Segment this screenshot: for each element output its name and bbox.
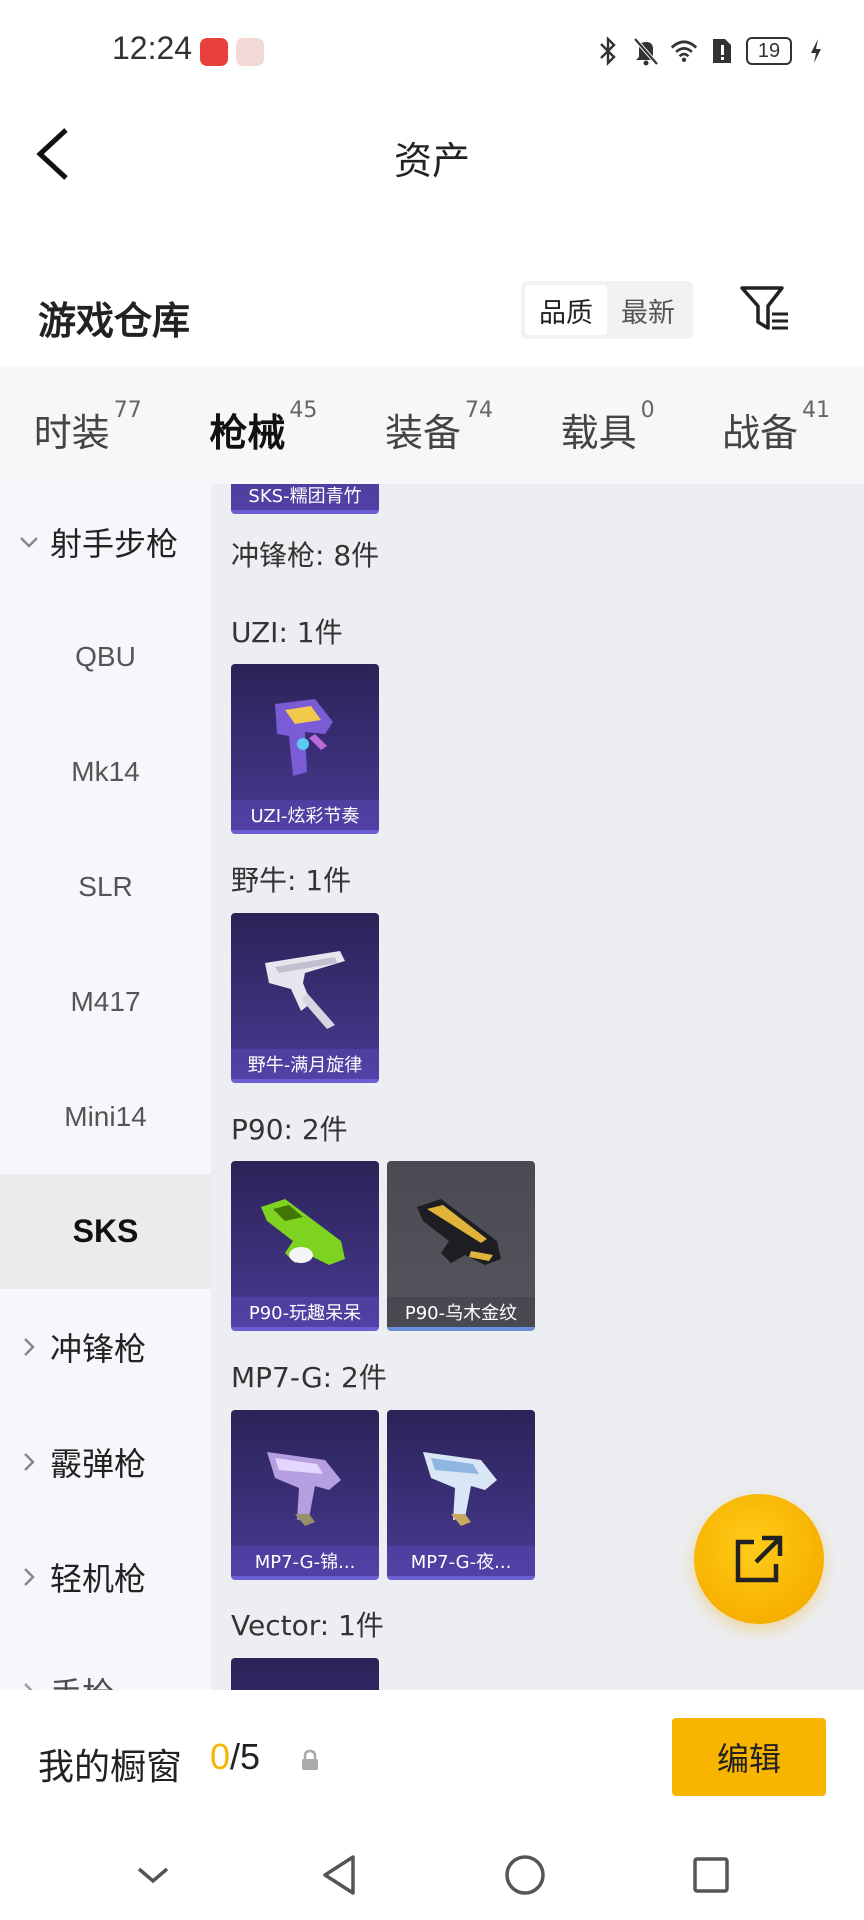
chevron-down-icon (137, 1867, 169, 1884)
category-tabs: 时装77 枪械45 装备74 载具0 战备41 (0, 366, 864, 498)
sidebar-group-pistol[interactable]: 手枪 (0, 1634, 211, 1690)
wifi-icon (670, 36, 698, 66)
chevron-right-icon (24, 1452, 35, 1471)
weapon-card-name: UZI-炫彩节奏 (231, 800, 379, 830)
tab-fashion[interactable]: 时装77 (34, 398, 142, 457)
weapon-card-name: SKS-糯团青竹 (231, 484, 379, 510)
section-label: Vector: 1件 (231, 1609, 384, 1642)
share-export-icon (735, 1535, 783, 1583)
app-header: 资产 (0, 104, 864, 200)
uzi-skin-image (275, 699, 333, 776)
filter-icon (740, 286, 788, 330)
weapon-card-name: 野牛-满月旋律 (231, 1049, 379, 1079)
app-notification-icon-2 (236, 38, 264, 66)
sidebar-item-qbu[interactable]: QBU (0, 599, 211, 714)
mute-bell-icon (632, 36, 660, 66)
showcase-label: 我的橱窗 (38, 1747, 183, 1788)
weapon-card[interactable]: 野牛-满月旋律 (231, 913, 379, 1083)
weapon-card-name: MP7-G-夜... (387, 1546, 535, 1576)
nav-collapse-button[interactable] (123, 1845, 183, 1905)
weapon-card[interactable]: UZI-炫彩节奏 (231, 664, 379, 834)
showcase-count: 0/5 (210, 1736, 261, 1777)
sim-alert-icon (708, 36, 736, 66)
edit-button[interactable]: 编辑 (672, 1718, 826, 1796)
mp7-night-skin-image (423, 1452, 497, 1526)
sidebar-group-smg[interactable]: 冲锋枪 (0, 1289, 211, 1404)
page-title: 资产 (393, 139, 470, 183)
battery-indicator: 19 (746, 37, 792, 65)
sidebar-item-mini14[interactable]: Mini14 (0, 1059, 211, 1174)
tab-vehicles[interactable]: 载具0 (561, 398, 655, 457)
square-recents-icon (693, 1857, 729, 1893)
sidebar-item-slr[interactable]: SLR (0, 829, 211, 944)
sidebar-group-sniper[interactable]: 射手步枪 (0, 484, 211, 599)
weapon-card[interactable]: P90-乌木金纹 (387, 1161, 535, 1331)
tab-equipment[interactable]: 装备74 (385, 398, 493, 457)
section-label: MP7-G: 2件 (231, 1361, 387, 1394)
weapon-sidebar: 射手步枪 QBU Mk14 SLR M417 Mini14 SKS 冲锋枪 霰弹… (0, 484, 211, 1690)
category-title: 冲锋枪: 8件 (231, 539, 380, 572)
weapon-card-name: P90-玩趣呆呆 (231, 1297, 379, 1327)
showcase-bar: 我的橱窗 0/5 编辑 (0, 1690, 864, 1830)
charging-icon (802, 36, 830, 66)
status-bar: 12:24 19 (0, 0, 864, 104)
bluetooth-icon (594, 36, 622, 66)
tab-weapons[interactable]: 枪械45 (209, 398, 317, 498)
filter-button[interactable] (738, 284, 790, 334)
mp7-skin-image (267, 1452, 341, 1526)
section-label: P90: 2件 (231, 1113, 348, 1146)
weapon-card[interactable]: MP7-G-夜... (387, 1410, 535, 1580)
weapon-card[interactable]: SKS-糯团青竹 (231, 484, 379, 514)
p90-playful-skin-image (261, 1199, 345, 1265)
nav-home-button[interactable] (495, 1845, 555, 1905)
circle-home-icon (505, 1855, 545, 1895)
weapon-card-name: P90-乌木金纹 (387, 1297, 535, 1327)
sidebar-item-mk14[interactable]: Mk14 (0, 714, 211, 829)
lock-icon (302, 1749, 318, 1770)
status-time: 12:24 (112, 30, 193, 66)
system-nav-bar (0, 1830, 864, 1920)
triangle-back-icon (323, 1855, 355, 1895)
weapon-card[interactable]: P90-玩趣呆呆 (231, 1161, 379, 1331)
weapon-card-name: MP7-G-锦... (231, 1546, 379, 1576)
sidebar-item-sks[interactable]: SKS (0, 1174, 211, 1289)
sort-toggle: 品质 最新 (521, 281, 693, 339)
chevron-right-icon (24, 1682, 34, 1690)
section-label: UZI: 1件 (231, 616, 343, 649)
share-fab-button[interactable] (694, 1494, 824, 1624)
chevron-right-icon (24, 1567, 35, 1586)
warehouse-title: 游戏仓库 (38, 299, 191, 343)
chevron-down-icon (20, 536, 38, 548)
tab-combat-gear[interactable]: 战备41 (722, 398, 830, 457)
nav-recents-button[interactable] (681, 1845, 741, 1905)
sidebar-group-lmg[interactable]: 轻机枪 (0, 1519, 211, 1634)
sort-quality-button[interactable]: 品质 (525, 285, 607, 335)
sidebar-item-m417[interactable]: M417 (0, 944, 211, 1059)
app-notification-icon (200, 38, 228, 66)
sidebar-group-shotgun[interactable]: 霰弹枪 (0, 1404, 211, 1519)
weapon-card[interactable] (231, 1658, 379, 1690)
section-label: 野牛: 1件 (231, 864, 352, 897)
weapon-card[interactable]: MP7-G-锦... (231, 1410, 379, 1580)
p90-ebony-skin-image (417, 1199, 501, 1265)
sort-newest-button[interactable]: 最新 (607, 285, 689, 335)
chevron-right-icon (24, 1337, 35, 1356)
bizon-skin-image (265, 951, 345, 1029)
nav-back-button[interactable] (309, 1845, 369, 1905)
